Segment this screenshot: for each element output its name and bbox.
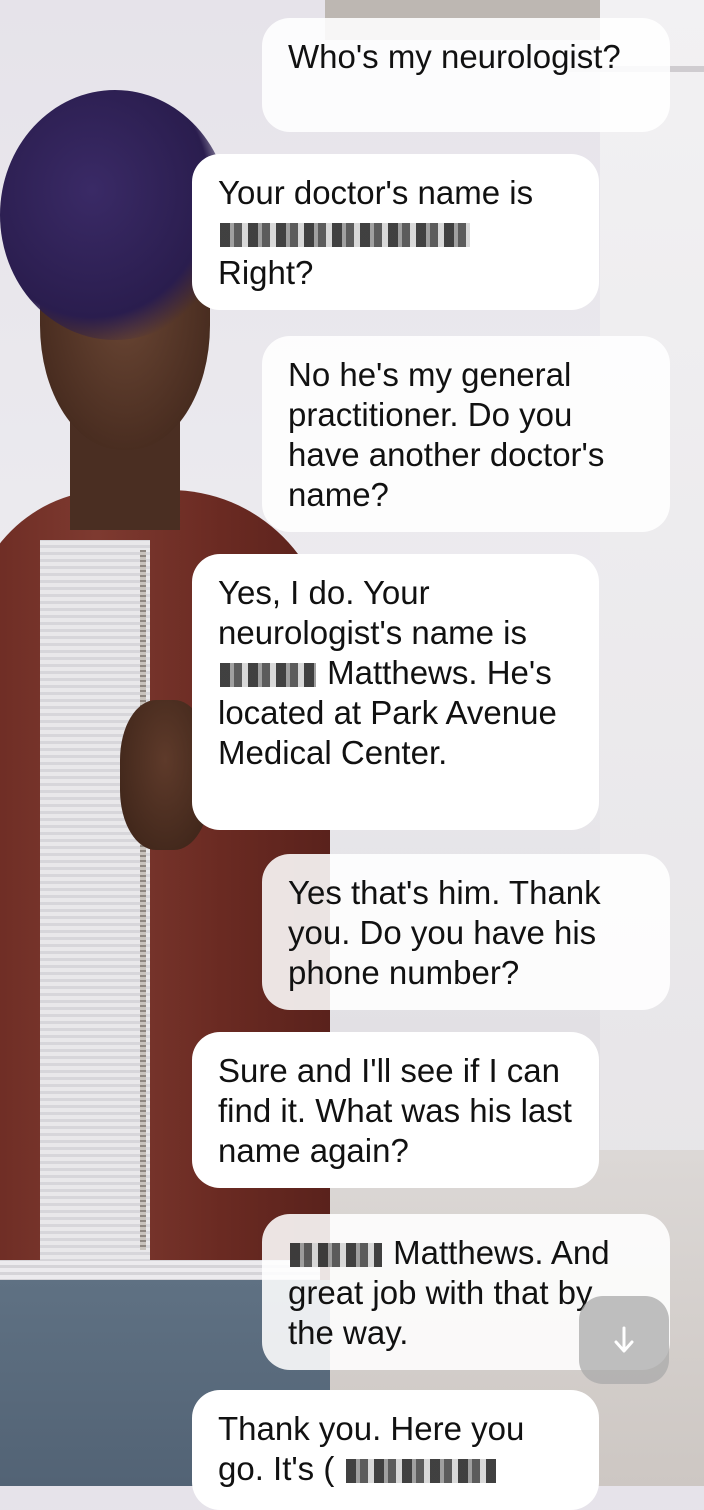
chat-transcript: Who's my neurologist? Your doctor's name… bbox=[0, 0, 704, 1510]
assistant-message: Your doctor's name is Right? bbox=[192, 154, 599, 310]
redacted-name bbox=[290, 1243, 382, 1268]
assistant-message: Thank you. Here you go. It's ( bbox=[192, 1390, 599, 1510]
message-text: Right? bbox=[218, 254, 314, 291]
user-message: No he's my general practitioner. Do you … bbox=[262, 336, 670, 532]
user-message: Who's my neurologist? bbox=[262, 18, 670, 132]
assistant-message: Yes, I do. Your neurologist's name is Ma… bbox=[192, 554, 599, 830]
redacted-name bbox=[220, 663, 316, 688]
assistant-message: Sure and I'll see if I can find it. What… bbox=[192, 1032, 599, 1188]
redacted-phone-number bbox=[345, 1459, 496, 1484]
message-text: No he's my general practitioner. Do you … bbox=[288, 356, 605, 513]
message-text: Who's my neurologist? bbox=[288, 38, 621, 75]
scroll-to-bottom-button[interactable] bbox=[579, 1296, 669, 1384]
arrow-down-icon bbox=[614, 1326, 634, 1353]
message-text: Yes that's him. Thank you. Do you have h… bbox=[288, 874, 601, 991]
redacted-name bbox=[220, 223, 470, 248]
user-message: Yes that's him. Thank you. Do you have h… bbox=[262, 854, 670, 1010]
message-text: Sure and I'll see if I can find it. What… bbox=[218, 1052, 572, 1169]
message-text: Your doctor's name is bbox=[218, 174, 534, 211]
message-text: Yes, I do. Your neurologist's name is bbox=[218, 574, 527, 651]
